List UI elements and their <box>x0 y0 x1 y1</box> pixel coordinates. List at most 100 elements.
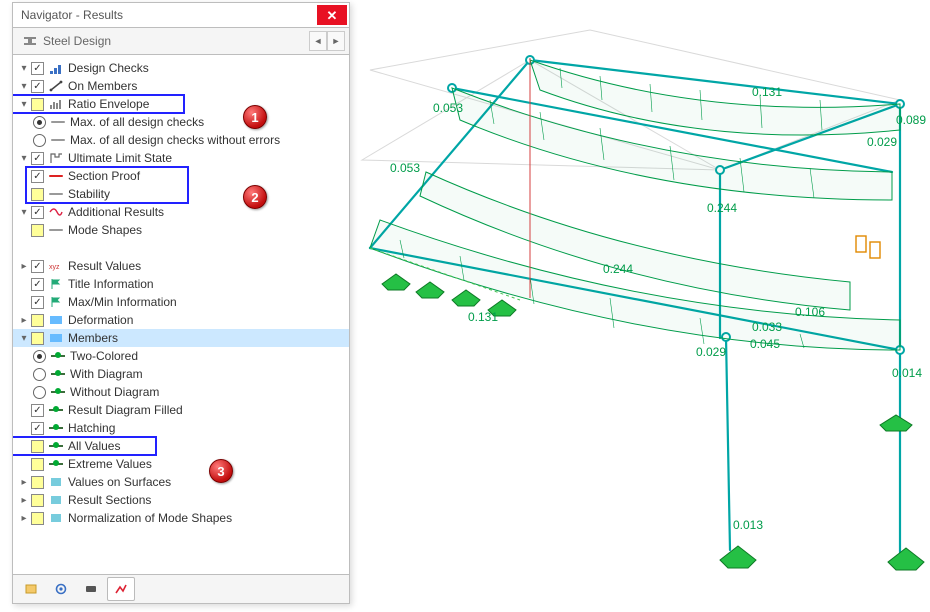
tree-item-all-values[interactable]: ▸ All Values <box>13 437 349 455</box>
caret-right-icon[interactable]: ▸ <box>17 477 31 488</box>
tree-label: Stability <box>68 187 116 201</box>
tab-display-button[interactable] <box>47 577 75 601</box>
checkbox[interactable] <box>31 440 44 453</box>
caret-right-icon[interactable]: ▸ <box>17 495 31 506</box>
model-value: 0.013 <box>733 518 763 532</box>
checkbox[interactable] <box>31 98 44 111</box>
caret-down-icon[interactable]: ▾ <box>17 207 31 218</box>
tree-item-on-members[interactable]: ▾ ✓ On Members <box>13 77 349 95</box>
checkbox[interactable]: ✓ <box>31 206 44 219</box>
radio[interactable] <box>33 134 46 147</box>
tree-item-result-sections[interactable]: ▸ Result Sections <box>13 491 349 509</box>
gradient-icon <box>48 331 64 345</box>
close-icon: ✕ <box>327 9 338 22</box>
tree-item-ratio-envelope[interactable]: ▾ Ratio Envelope <box>13 95 349 113</box>
spinner-next-button[interactable]: ► <box>327 31 345 51</box>
model-value: 0.244 <box>603 262 633 276</box>
model-value: 0.053 <box>433 101 463 115</box>
tree-label: Ultimate Limit State <box>68 151 178 165</box>
tree-item-normalization[interactable]: ▸ Normalization of Mode Shapes <box>13 509 349 527</box>
tree-item-result-values[interactable]: ▸ ✓ xyz Result Values <box>13 257 349 275</box>
tab-views-button[interactable] <box>77 577 105 601</box>
caret-down-icon[interactable]: ▾ <box>17 333 31 344</box>
tree-item-max-all[interactable]: ▾ Max. of all design checks <box>13 113 349 131</box>
caret-right-icon[interactable]: ▸ <box>17 315 31 326</box>
checkbox[interactable]: ✓ <box>31 80 44 93</box>
tree-item-section-proof[interactable]: ▾ ✓ Section Proof <box>13 167 349 185</box>
members-icon <box>48 79 64 93</box>
checkbox[interactable] <box>31 314 44 327</box>
design-type-dropdown[interactable]: Steel Design <box>17 34 309 48</box>
checkbox[interactable]: ✓ <box>31 278 44 291</box>
caret-right-icon[interactable]: ▸ <box>17 513 31 524</box>
checkbox[interactable]: ✓ <box>31 296 44 309</box>
close-button[interactable]: ✕ <box>317 5 347 25</box>
caret-down-icon[interactable]: ▾ <box>17 81 31 92</box>
checkbox[interactable] <box>31 188 44 201</box>
point-icon <box>50 349 66 363</box>
checkbox[interactable]: ✓ <box>31 170 44 183</box>
point-icon <box>48 403 64 417</box>
tree-item-members[interactable]: ▾ Members <box>13 329 349 347</box>
tree-item-mode-shapes[interactable]: ▾ Mode Shapes <box>13 221 349 239</box>
tree-label: Max/Min Information <box>68 295 183 309</box>
svg-text:xyz: xyz <box>49 264 60 271</box>
tab-project-button[interactable] <box>17 577 45 601</box>
model-value: 0.045 <box>750 337 780 351</box>
tree-item-uls[interactable]: ▾ ✓ Ultimate Limit State <box>13 149 349 167</box>
checkbox[interactable]: ✓ <box>31 404 44 417</box>
nav-spinner: ◄ ► <box>309 31 345 51</box>
tree[interactable]: ▾ ✓ Design Checks ▾ ✓ On Members <box>13 55 349 574</box>
checkbox[interactable] <box>31 476 44 489</box>
tree-item-design-checks[interactable]: ▾ ✓ Design Checks <box>13 59 349 77</box>
tree-label: Result Values <box>68 259 147 273</box>
tree-label: Result Diagram Filled <box>68 403 189 417</box>
model-value: 0.029 <box>867 135 897 149</box>
tree-item-result-diagram-filled[interactable]: ▸ ✓ Result Diagram Filled <box>13 401 349 419</box>
checkbox[interactable] <box>31 224 44 237</box>
tree-label: Design Checks <box>68 61 155 75</box>
tree-item-values-on-surfaces[interactable]: ▸ Values on Surfaces <box>13 473 349 491</box>
checkbox[interactable] <box>31 494 44 507</box>
checkbox[interactable]: ✓ <box>31 152 44 165</box>
caret-right-icon[interactable]: ▸ <box>17 261 31 272</box>
model-value: 0.029 <box>696 345 726 359</box>
tree-item-title-info[interactable]: ▸ ✓ Title Information <box>13 275 349 293</box>
tree-item-stability[interactable]: ▾ Stability <box>13 185 349 203</box>
tree-item-with-diagram[interactable]: ▸ With Diagram <box>13 365 349 383</box>
tab-results-button[interactable] <box>107 577 135 601</box>
tree-item-extreme-values[interactable]: ▸ Extreme Values <box>13 455 349 473</box>
gradient-icon <box>48 313 64 327</box>
radio[interactable] <box>33 116 46 129</box>
tree-item-additional-results[interactable]: ▾ ✓ Additional Results <box>13 203 349 221</box>
radio[interactable] <box>33 368 46 381</box>
tree-label: Hatching <box>68 421 121 435</box>
tree-item-deformation[interactable]: ▸ Deformation <box>13 311 349 329</box>
tree-label: Without Diagram <box>70 385 165 399</box>
flag-icon <box>48 277 64 291</box>
caret-down-icon[interactable]: ▾ <box>17 63 31 74</box>
caret-down-icon[interactable]: ▾ <box>17 99 31 110</box>
checkbox[interactable] <box>31 512 44 525</box>
caret-down-icon[interactable]: ▾ <box>17 153 31 164</box>
tree-label: Mode Shapes <box>68 223 148 237</box>
tree-item-without-diagram[interactable]: ▸ Without Diagram <box>13 383 349 401</box>
checkbox[interactable] <box>31 458 44 471</box>
line-icon <box>48 223 64 237</box>
titlebar[interactable]: Navigator - Results ✕ <box>13 3 349 28</box>
spinner-prev-button[interactable]: ◄ <box>309 31 327 51</box>
radio[interactable] <box>33 386 46 399</box>
uls-icon <box>48 151 64 165</box>
tree-item-maxmin[interactable]: ▸ ✓ Max/Min Information <box>13 293 349 311</box>
tree-item-two-colored[interactable]: ▸ Two-Colored <box>13 347 349 365</box>
checkbox[interactable]: ✓ <box>31 62 44 75</box>
checkbox[interactable] <box>31 332 44 345</box>
tree-item-hatching[interactable]: ▸ ✓ Hatching <box>13 419 349 437</box>
point-icon <box>48 421 64 435</box>
checkbox[interactable]: ✓ <box>31 260 44 273</box>
checkbox[interactable]: ✓ <box>31 422 44 435</box>
navigator-panel: Navigator - Results ✕ Steel Design ◄ ► ▾… <box>12 2 350 604</box>
tree-item-max-all-no-errors[interactable]: ▾ Max. of all design checks without erro… <box>13 131 349 149</box>
tree-label: Max. of all design checks <box>70 115 210 129</box>
radio[interactable] <box>33 350 46 363</box>
